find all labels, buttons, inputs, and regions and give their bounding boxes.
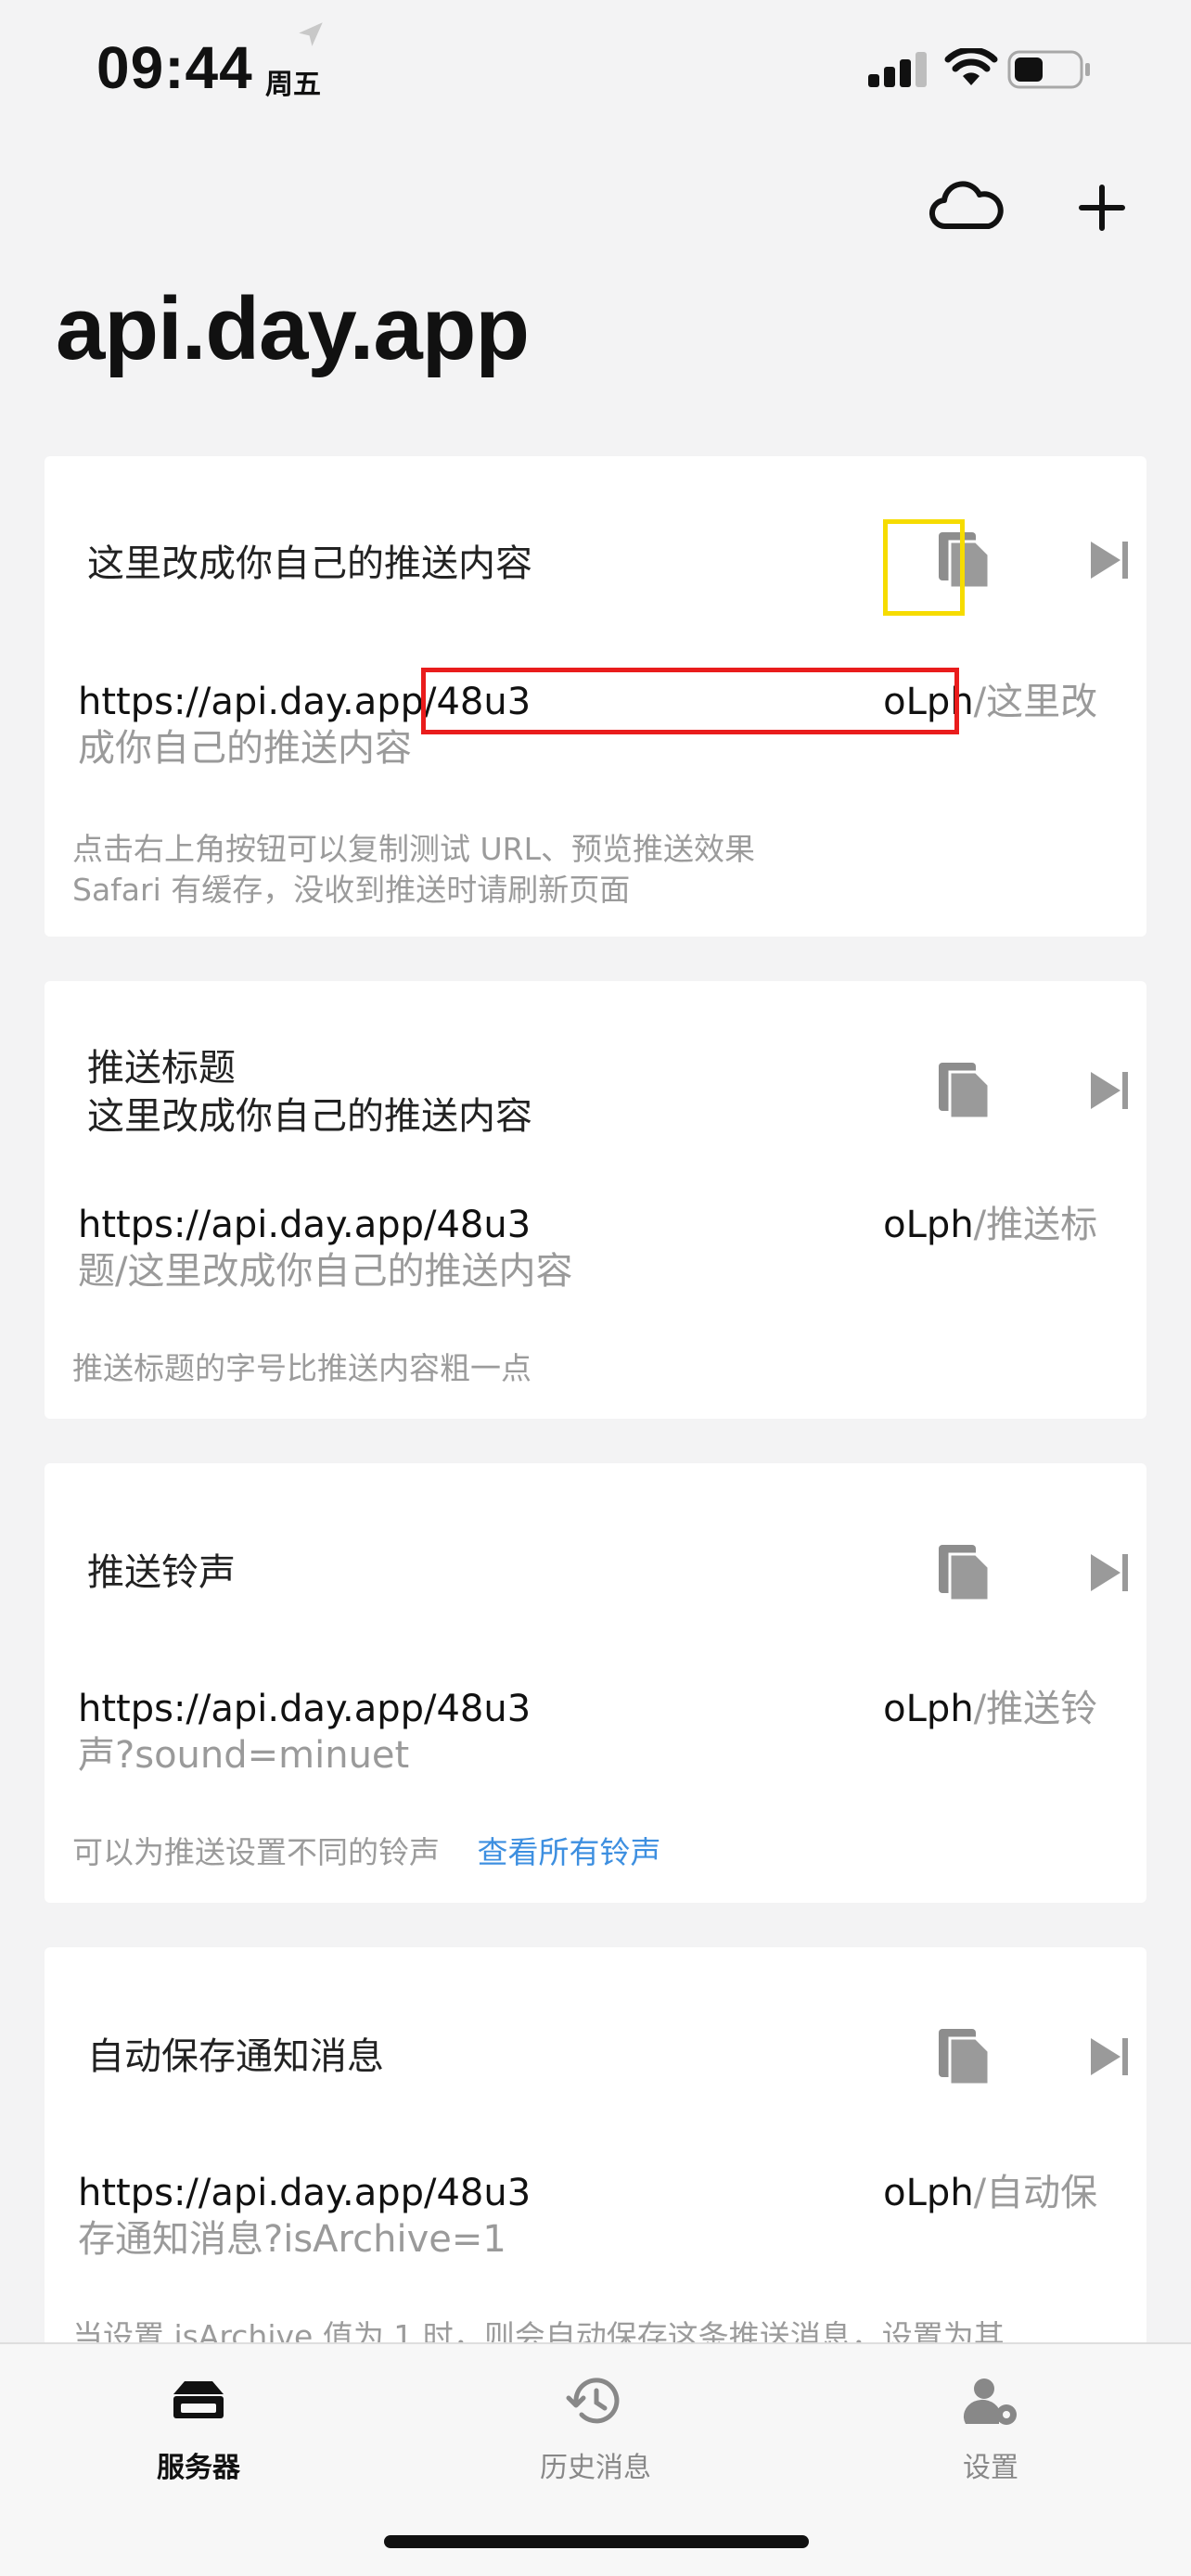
copy-icon <box>939 2029 991 2086</box>
test-url[interactable]: https://api.day.app/48u3 oLph /自动保 存通知消息… <box>78 2170 1143 2263</box>
skip-forward-icon <box>1091 2038 1128 2075</box>
preview-push-button[interactable] <box>1069 521 1146 599</box>
tab-settings[interactable]: 设置 <box>870 2372 1111 2511</box>
url-base-end: oLph <box>883 1688 974 1730</box>
description-line: 可以为推送设置不同的铃声 <box>72 1834 440 1870</box>
add-server-button[interactable] <box>1063 172 1141 243</box>
copy-url-button[interactable] <box>926 1052 1004 1129</box>
cellular-signal-icon <box>868 52 927 87</box>
view-all-sounds-link[interactable]: 查看所有铃声 <box>478 1834 661 1870</box>
cloud-icon <box>928 181 1004 230</box>
url-base: https://api.day.app/48u3 <box>78 1688 531 1730</box>
card-description: 推送标题的字号比推送内容粗一点 <box>72 1348 1130 1389</box>
skip-forward-icon <box>1091 1554 1128 1591</box>
url-tail-continued: 声?sound=minuet <box>78 1734 410 1777</box>
example-card-archive: 自动保存通知消息 https://api.day.app/48u3 oLph /… <box>45 1947 1146 2354</box>
battery-icon <box>1007 50 1090 89</box>
url-tail: /推送标 <box>973 1204 1098 1246</box>
card-title: 自动保存通知消息 <box>87 2035 384 2078</box>
description-line: Safari 有缓存，没收到推送时请刷新页面 <box>72 872 631 908</box>
status-bar: 09:44 周五 <box>0 0 1191 139</box>
url-base-end: oLph <box>883 2172 974 2214</box>
url-base-end: oLph <box>883 1204 974 1246</box>
status-weekday: 周五 <box>265 69 321 101</box>
card-description: 点击右上角按钮可以复制测试 URL、预览推送效果 Safari 有缓存，没收到推… <box>72 829 1130 911</box>
card-title-line: 推送标题 <box>87 1047 236 1090</box>
description-line: 推送标题的字号比推送内容粗一点 <box>72 1350 531 1386</box>
url-base: https://api.day.app/48u3 <box>78 1204 531 1246</box>
tab-label: 设置 <box>963 2452 1018 2484</box>
server-icon <box>173 2381 224 2418</box>
url-tail-continued: 题/这里改成你自己的推送内容 <box>78 1250 573 1293</box>
home-indicator[interactable] <box>384 2535 809 2548</box>
example-card-sound: 推送铃声 https://api.day.app/48u3 oLph /推送铃 … <box>45 1463 1146 1903</box>
url-tail: /自动保 <box>973 2172 1098 2214</box>
example-card-basic: 这里改成你自己的推送内容 https://api.day.app/48u3 oL… <box>45 456 1146 937</box>
preview-push-button[interactable] <box>1069 2018 1146 2096</box>
copy-icon <box>939 1545 991 1602</box>
test-url[interactable]: https://api.day.app/48u3 oLph /推送标 题/这里改… <box>78 1202 1143 1294</box>
highlight-device-key <box>421 668 959 734</box>
test-url[interactable]: https://api.day.app/48u3 oLph /推送铃 声?sou… <box>78 1686 1143 1779</box>
card-title-line: 这里改成你自己的推送内容 <box>87 1095 532 1138</box>
description-line: 点击右上角按钮可以复制测试 URL、预览推送效果 <box>72 831 755 867</box>
tab-label: 服务器 <box>157 2452 240 2484</box>
url-tail-continued: 存通知消息?isArchive=1 <box>78 2218 506 2261</box>
preview-push-button[interactable] <box>1069 1052 1146 1129</box>
copy-icon <box>939 1063 991 1120</box>
example-card-title: 推送标题 这里改成你自己的推送内容 https://api.day.app/48… <box>45 981 1146 1419</box>
card-title: 这里改成你自己的推送内容 <box>87 542 532 585</box>
url-tail: /推送铃 <box>973 1688 1098 1730</box>
preview-push-button[interactable] <box>1069 1534 1146 1612</box>
skip-forward-icon <box>1091 542 1128 579</box>
plus-icon <box>1079 185 1125 231</box>
tab-server[interactable]: 服务器 <box>78 2372 319 2511</box>
cloud-sync-button[interactable] <box>928 172 1005 243</box>
url-base: https://api.day.app/48u3 <box>78 2172 531 2214</box>
tab-label: 历史消息 <box>540 2452 651 2484</box>
status-time: 09:44 <box>96 34 253 101</box>
location-arrow-icon <box>299 22 323 46</box>
settings-icon <box>963 2378 1017 2425</box>
page-title: api.day.app <box>56 279 530 378</box>
highlight-copy-button <box>883 519 965 616</box>
card-title: 推送铃声 <box>87 1551 236 1594</box>
card-title: 推送标题 这里改成你自己的推送内容 <box>87 1044 885 1141</box>
tab-history[interactable]: 历史消息 <box>475 2372 716 2511</box>
skip-forward-icon <box>1091 1072 1128 1109</box>
copy-url-button[interactable] <box>926 2018 1004 2096</box>
copy-url-button[interactable] <box>926 1534 1004 1612</box>
url-tail: /这里改 <box>973 681 1098 723</box>
history-icon <box>566 2378 620 2424</box>
wifi-icon <box>944 48 998 85</box>
card-description: 可以为推送设置不同的铃声 查看所有铃声 <box>72 1832 1130 1873</box>
